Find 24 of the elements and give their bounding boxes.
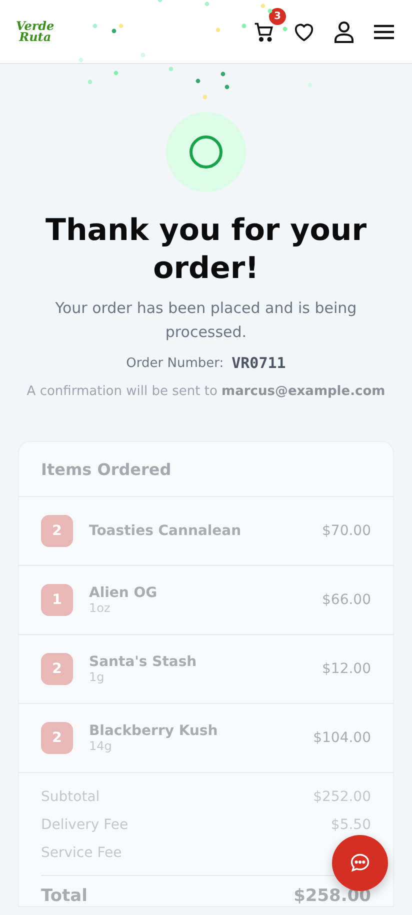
user-icon[interactable] <box>332 20 356 44</box>
item-price: $104.00 <box>313 730 371 746</box>
chat-icon <box>349 852 371 874</box>
cart-count: 3 <box>269 8 286 24</box>
item-name: Toasties Cannalean <box>89 523 242 539</box>
quantity-badge: 1 <box>41 584 73 616</box>
order-number-label: Order Number: <box>126 356 224 370</box>
item-name: Alien OG <box>89 585 158 601</box>
logo[interactable]: Verde Ruta <box>16 20 54 42</box>
order-message: Your order has been placed and is being processed. <box>54 298 358 343</box>
thank-you-title: Thank you for your order! <box>44 212 368 288</box>
item-price: $12.00 <box>322 661 371 677</box>
card-title: Items Ordered <box>19 442 393 497</box>
total-label: Total <box>41 886 88 906</box>
quantity-badge: 2 <box>41 515 73 547</box>
total-value: $258.00 <box>294 886 371 906</box>
item-price: $70.00 <box>322 523 371 539</box>
quantity-badge: 2 <box>41 722 73 754</box>
order-number: VR0711 <box>232 354 286 372</box>
item-name: Blackberry Kush <box>89 723 219 739</box>
quantity-badge: 2 <box>41 653 73 685</box>
confirmation-note: A confirmation will be sent to marcus@example.com <box>26 384 386 399</box>
item-name: Santa's Stash <box>89 654 198 670</box>
item-price: $66.00 <box>322 592 371 608</box>
